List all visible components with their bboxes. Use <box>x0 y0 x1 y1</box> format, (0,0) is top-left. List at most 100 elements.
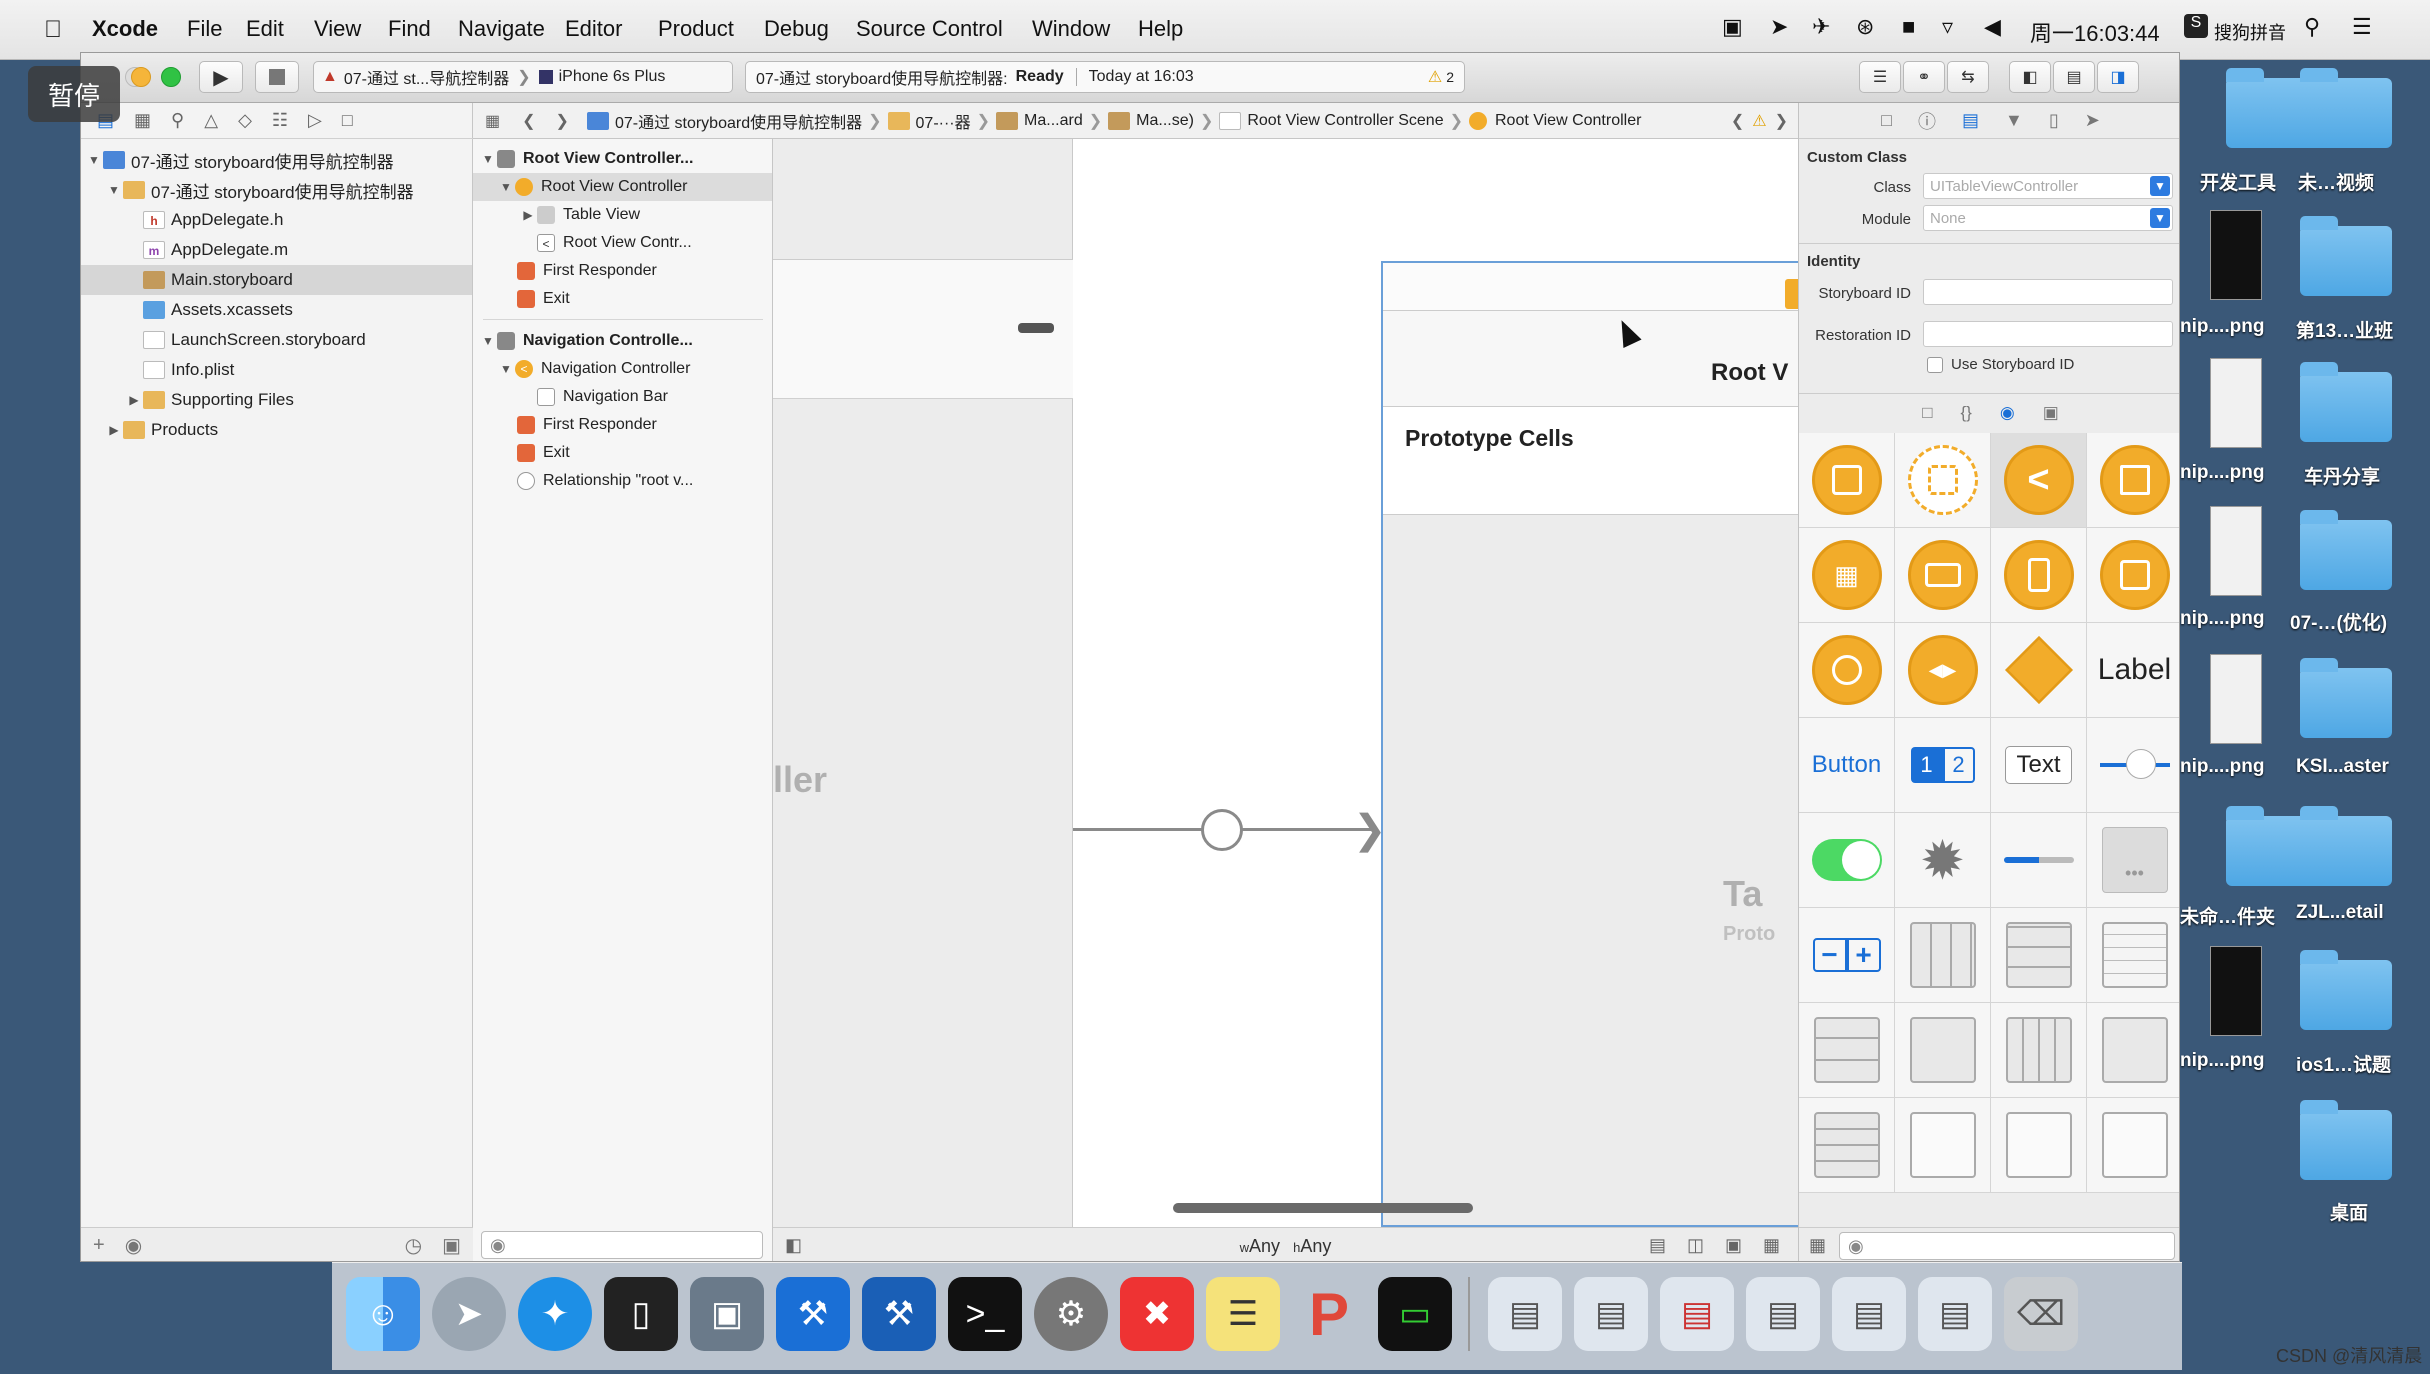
document-thumbnail-icon[interactable]: ▤ <box>1746 1277 1820 1351</box>
nav-item-supporting-files[interactable]: ▶ Supporting Files <box>81 385 472 415</box>
outline-exit[interactable]: Exit <box>473 285 772 313</box>
debug-tab-icon[interactable]: ☷ <box>272 110 288 131</box>
filter-icon[interactable]: ◉ <box>125 1233 142 1258</box>
lib-vertical-stack[interactable] <box>1991 908 2087 1003</box>
chevron-down-icon[interactable]: ▼ <box>2150 176 2170 196</box>
folder-icon[interactable] <box>2300 950 2392 1030</box>
test-tab-icon[interactable]: ◇ <box>238 110 252 131</box>
image-thumbnail[interactable] <box>2210 946 2262 1036</box>
restoration-id-field[interactable] <box>1923 321 2173 347</box>
lib-collection-view-controller[interactable]: ▦ <box>1799 528 1895 623</box>
document-thumbnail-icon[interactable]: ▤ <box>1918 1277 1992 1351</box>
breakpoint-tab-icon[interactable]: ▷ <box>308 110 322 131</box>
menu-window[interactable]: Window <box>1032 16 1110 42</box>
image-thumbnail[interactable] <box>2210 654 2262 744</box>
menu-source-control[interactable]: Source Control <box>856 16 1003 42</box>
recent-icon[interactable]: ◷ <box>405 1233 422 1258</box>
trash-icon[interactable]: ⌫ <box>2004 1277 2078 1351</box>
lib-page-control[interactable]: ••• <box>2087 813 2179 908</box>
pause-overlay-label[interactable]: 暂停 <box>28 66 120 122</box>
root-view-controller-scene[interactable]: Root V Prototype Cells Ta Proto <box>1381 261 1798 1227</box>
xcode-icon[interactable]: ⚒ <box>776 1277 850 1351</box>
folder-icon[interactable] <box>2300 68 2392 148</box>
lib-table-view-controller[interactable] <box>2087 433 2179 528</box>
toggle-debug-button[interactable]: ▤ <box>2053 61 2095 93</box>
terminal-icon[interactable]: >_ <box>948 1277 1022 1351</box>
outline-first-responder[interactable]: First Responder <box>473 257 772 285</box>
menu-clock[interactable]: 周一16:03:44 <box>2030 16 2160 48</box>
breadcrumb-item[interactable]: 07-···器 <box>916 109 971 133</box>
toggle-utilities-button[interactable]: ◨ <box>2097 61 2139 93</box>
class-field[interactable]: UITableViewController ▼ <box>1923 173 2173 199</box>
folder-icon[interactable] <box>2300 510 2392 590</box>
lib-object[interactable]: ◀▶ <box>1895 623 1991 718</box>
version-editor-button[interactable]: ⇆ <box>1947 61 1989 93</box>
lib-page-view-controller[interactable] <box>1991 528 2087 623</box>
folder-icon[interactable] <box>2300 658 2392 738</box>
library-filter-field[interactable]: ◉ <box>1839 1232 2175 1260</box>
file-template-icon[interactable]: □ <box>1922 403 1932 423</box>
resolve-icon[interactable]: ▦ <box>1763 1235 1780 1256</box>
next-issue-icon[interactable]: ❯ <box>1775 111 1788 131</box>
outline-nav-scene[interactable]: ▼ Navigation Controlle... <box>473 327 772 355</box>
lib-activity-indicator[interactable]: ✹ <box>1895 813 1991 908</box>
lib-button[interactable]: Button <box>1799 718 1895 813</box>
media-library-icon[interactable]: ▣ <box>2043 403 2059 423</box>
run-button[interactable]: ▶ <box>199 61 243 93</box>
lib-glkit-view-controller[interactable] <box>2087 528 2179 623</box>
nav-item-info-plist[interactable]: Info.plist <box>81 355 472 385</box>
outline-scene-root[interactable]: ▼ Root View Controller... <box>473 145 772 173</box>
add-icon[interactable]: + <box>93 1234 105 1257</box>
lib-avkit-player[interactable] <box>1799 623 1895 718</box>
nav-item-products[interactable]: ▶ Products <box>81 415 472 445</box>
menu-file[interactable]: File <box>187 16 222 42</box>
lock-icon[interactable]: ■ <box>1902 14 1915 40</box>
nav-item-main-storyboard[interactable]: Main.storyboard <box>81 265 472 295</box>
scheme-selector[interactable]: ▲ 07-通过 st...导航控制器 ❯ iPhone 6s Plus <box>313 61 733 93</box>
lib-date-picker[interactable] <box>2087 1098 2179 1193</box>
storyboard-id-field[interactable] <box>1923 279 2173 305</box>
menu-debug[interactable]: Debug <box>764 16 829 42</box>
lib-navigation-controller[interactable]: < <box>1991 433 2087 528</box>
breadcrumb-item[interactable]: Ma...se) <box>1136 112 1194 130</box>
lib-switch[interactable] <box>1799 813 1895 908</box>
forward-icon[interactable]: ❯ <box>556 111 569 131</box>
chevron-down-icon[interactable]: ▼ <box>2150 208 2170 228</box>
lib-stepper[interactable]: − + <box>1799 908 1895 1003</box>
outline-nav-item[interactable]: < Root View Contr... <box>473 229 772 257</box>
toggle-navigator-button[interactable]: ◧ <box>2009 61 2051 93</box>
file-inspector-icon[interactable]: □ <box>1881 110 1892 131</box>
lib-scroll-view[interactable] <box>1991 1098 2087 1193</box>
folder-icon[interactable] <box>2300 362 2392 442</box>
lib-text-view[interactable] <box>1895 1098 1991 1193</box>
storyboard-canvas[interactable]: ller ❯ Root V Prototype Cells Ta Proto <box>773 139 1798 1227</box>
menu-product[interactable]: Product <box>658 16 734 42</box>
screen-recorder-icon[interactable]: ▣ <box>690 1277 764 1351</box>
notes-icon[interactable]: ☰ <box>1206 1277 1280 1351</box>
system-preferences-icon[interactable]: ⚙ <box>1034 1277 1108 1351</box>
pin-icon[interactable]: ▣ <box>1725 1235 1742 1256</box>
standard-editor-button[interactable]: ☰ <box>1859 61 1901 93</box>
identity-inspector-icon[interactable]: ▤ <box>1962 110 1979 131</box>
sogou-icon[interactable]: S <box>2184 14 2208 38</box>
powerpoint-icon[interactable]: P <box>1292 1277 1366 1351</box>
lib-progress-view[interactable] <box>1991 813 2087 908</box>
lib-image-view[interactable] <box>1895 1003 1991 1098</box>
related-items-icon[interactable]: ▦ <box>485 111 500 131</box>
document-thumbnail-icon[interactable]: ▤ <box>1574 1277 1648 1351</box>
launchpad-icon[interactable]: ➤ <box>432 1277 506 1351</box>
attributes-inspector-icon[interactable]: ▼ <box>2005 110 2023 131</box>
image-thumbnail[interactable] <box>2210 210 2262 300</box>
breadcrumb-item[interactable]: Root View Controller <box>1495 112 1641 130</box>
warning-count[interactable]: 2 <box>1446 69 1454 85</box>
horizontal-scrollbar[interactable] <box>1173 1203 1473 1213</box>
nav-item-assets[interactable]: Assets.xcassets <box>81 295 472 325</box>
align-icon[interactable]: ◫ <box>1687 1235 1704 1256</box>
scene-dock-icon[interactable] <box>1785 279 1798 309</box>
outline-filter-field[interactable]: ◉ <box>481 1231 763 1259</box>
breadcrumb-item[interactable]: Root View Controller Scene <box>1247 112 1443 130</box>
outline-first-responder-2[interactable]: First Responder <box>473 411 772 439</box>
console-icon[interactable]: ▭ <box>1378 1277 1452 1351</box>
lib-segmented-control[interactable]: 12 <box>1895 718 1991 813</box>
breadcrumb-item[interactable]: Ma...ard <box>1024 112 1083 130</box>
